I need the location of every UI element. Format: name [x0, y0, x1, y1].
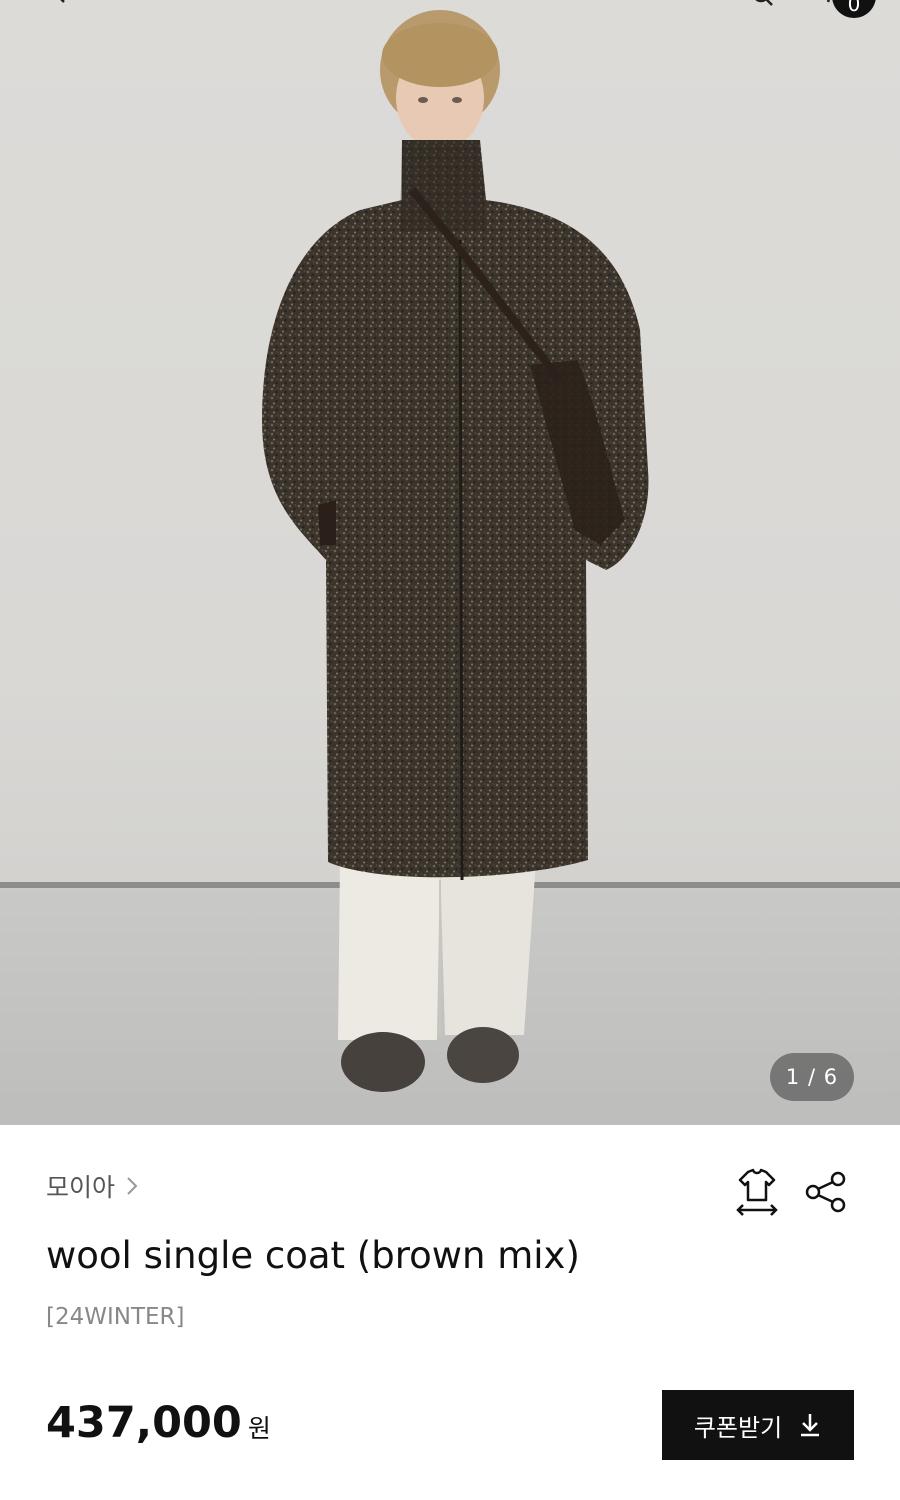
back-icon[interactable] — [52, 0, 70, 4]
product-price: 437,000 원 — [46, 1398, 271, 1448]
search-icon[interactable] — [752, 0, 774, 10]
share-icon[interactable] — [804, 1170, 848, 1214]
price-currency: 원 — [247, 1414, 271, 1443]
download-icon — [801, 1414, 820, 1437]
coupon-button-label: 쿠폰받기 — [693, 1413, 783, 1442]
product-season-tag: [24WINTER] — [46, 1304, 185, 1330]
product-page: 0 1 / 6 모이아 wool single coat (brown mix)… — [0, 0, 900, 1500]
image-counter: 1 / 6 — [770, 1053, 854, 1101]
product-photo — [0, 10, 900, 1125]
download-coupon-button[interactable]: 쿠폰받기 — [662, 1390, 854, 1460]
product-image-gallery[interactable]: 0 1 / 6 — [0, 0, 900, 1125]
chevron-right-icon — [127, 1177, 138, 1195]
cart-icon[interactable] — [812, 0, 832, 6]
cart-count-badge[interactable]: 0 — [832, 0, 876, 18]
top-navigation-bar: 0 — [0, 0, 900, 20]
menu-icon[interactable] — [640, 0, 688, 6]
product-title: wool single coat (brown mix) — [46, 1234, 580, 1277]
price-amount: 437,000 — [46, 1398, 242, 1448]
size-guide-icon[interactable] — [734, 1166, 780, 1218]
brand-link[interactable]: 모이아 — [46, 1168, 141, 1204]
brand-name: 모이아 — [46, 1173, 116, 1202]
